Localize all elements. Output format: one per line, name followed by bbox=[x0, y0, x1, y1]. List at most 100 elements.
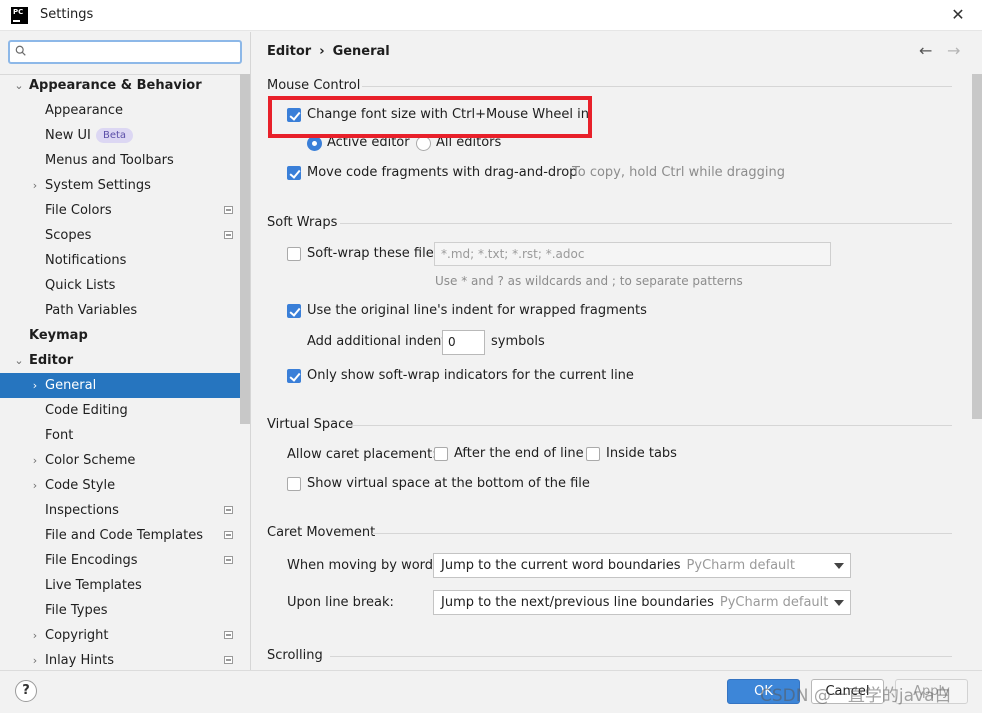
checkbox-unchecked-icon bbox=[434, 447, 448, 461]
beta-badge: Beta bbox=[96, 128, 134, 143]
sidebar-item-label: Code Editing bbox=[45, 403, 128, 418]
close-icon[interactable]: ✕ bbox=[946, 4, 970, 26]
project-settings-icon bbox=[224, 656, 233, 664]
chevron-down-icon bbox=[834, 563, 844, 569]
checkbox-checked-icon bbox=[287, 369, 301, 383]
help-button[interactable]: ? bbox=[15, 680, 37, 702]
sidebar-item-scopes[interactable]: Scopes bbox=[0, 223, 250, 248]
chevron-right-icon[interactable]: › bbox=[29, 173, 41, 198]
sidebar-item-file-and-code-templates[interactable]: File and Code Templates bbox=[0, 523, 250, 548]
sidebar-item-label: Path Variables bbox=[45, 303, 138, 318]
project-settings-icon bbox=[224, 631, 233, 639]
sidebar-item-label: File and Code Templates bbox=[45, 528, 203, 543]
sidebar-item-menus-and-toolbars[interactable]: Menus and Toolbars bbox=[0, 148, 250, 173]
checkbox-unchecked-icon bbox=[586, 447, 600, 461]
sidebar-item-label: Scopes bbox=[45, 228, 92, 243]
sidebar-item-label: Menus and Toolbars bbox=[45, 153, 174, 168]
settings-sidebar: ⌄ Appearance & Behavior Appearance New UI Be… bbox=[0, 32, 251, 670]
project-settings-icon bbox=[224, 506, 233, 514]
chevron-right-icon[interactable]: › bbox=[29, 623, 41, 648]
sidebar-item-file-encodings[interactable]: File Encodings bbox=[0, 548, 250, 573]
chevron-right-icon[interactable]: › bbox=[29, 473, 41, 498]
search-icon bbox=[15, 45, 26, 56]
chevron-right-icon[interactable]: › bbox=[29, 648, 41, 670]
sidebar-item-file-types[interactable]: File Types bbox=[0, 598, 250, 623]
content-scrollbar[interactable] bbox=[972, 74, 982, 419]
section-divider bbox=[330, 656, 952, 657]
chevron-right-icon[interactable]: › bbox=[29, 448, 41, 473]
use-indent-label: Use the original line's indent for wrapp… bbox=[307, 303, 647, 318]
checkbox-checked-icon bbox=[287, 166, 301, 180]
sidebar-item-code-editing[interactable]: Code Editing bbox=[0, 398, 250, 423]
moving-by-words-dropdown[interactable]: Jump to the current word boundaries PyCha… bbox=[433, 553, 851, 578]
sidebar-item-label: System Settings bbox=[45, 178, 151, 193]
sidebar-item-system-settings[interactable]: › System Settings bbox=[0, 173, 250, 198]
indent-unit-label: symbols bbox=[491, 334, 545, 349]
chevron-down-icon[interactable]: ⌄ bbox=[13, 348, 25, 373]
search-input[interactable] bbox=[8, 40, 242, 64]
sidebar-item-file-colors[interactable]: File Colors bbox=[0, 198, 250, 223]
sidebar-item-label: Editor bbox=[29, 353, 74, 368]
section-virtual-space: Virtual Space bbox=[267, 417, 354, 432]
section-divider bbox=[340, 223, 952, 224]
sidebar-item-label: File Encodings bbox=[45, 553, 138, 568]
chevron-right-icon[interactable]: › bbox=[29, 373, 41, 398]
sidebar-item-inlay-hints[interactable]: › Inlay Hints bbox=[0, 648, 250, 670]
additional-indent-input[interactable]: 0 bbox=[442, 330, 485, 355]
sidebar-item-new-ui[interactable]: New UI Beta bbox=[0, 123, 250, 148]
wildcard-hint: Use * and ? as wildcards and ; to separa… bbox=[435, 274, 743, 288]
sidebar-item-copyright[interactable]: › Copyright bbox=[0, 623, 250, 648]
line-break-dropdown[interactable]: Jump to the next/previous line boundarie… bbox=[433, 590, 851, 615]
pycharm-logo-icon: PC bbox=[11, 7, 28, 24]
title-bar: PC Settings ✕ bbox=[0, 0, 982, 31]
sidebar-item-color-scheme[interactable]: › Color Scheme bbox=[0, 448, 250, 473]
project-settings-icon bbox=[224, 206, 233, 214]
checkbox-checked-icon bbox=[287, 304, 301, 318]
sidebar-item-code-style[interactable]: › Code Style bbox=[0, 473, 250, 498]
sidebar-item-notifications[interactable]: Notifications bbox=[0, 248, 250, 273]
sidebar-item-live-templates[interactable]: Live Templates bbox=[0, 573, 250, 598]
section-mouse-control: Mouse Control bbox=[267, 78, 361, 93]
line-break-label: Upon line break: bbox=[287, 595, 394, 610]
radio-selected-icon bbox=[307, 136, 322, 151]
sidebar-item-quick-lists[interactable]: Quick Lists bbox=[0, 273, 250, 298]
project-settings-icon bbox=[224, 531, 233, 539]
sidebar-item-label: Code Style bbox=[45, 478, 116, 493]
sidebar-item-general[interactable]: › General bbox=[0, 373, 250, 398]
sidebar-item-inspections[interactable]: Inspections bbox=[0, 498, 250, 523]
sidebar-item-label: Appearance & Behavior bbox=[29, 78, 202, 93]
dialog-button-bar: ? OK Cancel Apply CSDN @一直学的java白 bbox=[0, 670, 982, 713]
project-settings-icon bbox=[224, 231, 233, 239]
back-arrow-icon[interactable]: ← bbox=[919, 41, 932, 60]
watermark-text: CSDN @一直学的java白 bbox=[760, 686, 952, 706]
sidebar-item-label: Font bbox=[45, 428, 74, 443]
sidebar-item-appearance-behavior[interactable]: ⌄ Appearance & Behavior bbox=[0, 73, 250, 98]
section-soft-wraps: Soft Wraps bbox=[267, 215, 338, 230]
checkbox-unchecked-icon bbox=[287, 247, 301, 261]
sidebar-item-label: General bbox=[45, 378, 97, 393]
sidebar-scrollbar[interactable] bbox=[240, 74, 250, 424]
soft-wrap-patterns-field[interactable]: *.md; *.txt; *.rst; *.adoc bbox=[434, 242, 831, 266]
sidebar-item-keymap[interactable]: Keymap bbox=[0, 323, 250, 348]
moving-by-words-value: Jump to the current word boundaries bbox=[441, 558, 681, 573]
caret-placement-label: Allow caret placement: bbox=[287, 447, 437, 462]
sidebar-item-font[interactable]: Font bbox=[0, 423, 250, 448]
sidebar-item-editor[interactable]: ⌄ Editor bbox=[0, 348, 250, 373]
highlight-annotation bbox=[268, 96, 592, 138]
sidebar-item-path-variables[interactable]: Path Variables bbox=[0, 298, 250, 323]
breadcrumb-parent[interactable]: Editor bbox=[267, 44, 311, 59]
forward-arrow-icon[interactable]: → bbox=[947, 41, 960, 60]
breadcrumb-separator: › bbox=[319, 44, 325, 59]
sidebar-item-label: Color Scheme bbox=[45, 453, 136, 468]
moving-by-words-label: When moving by words: bbox=[287, 558, 445, 573]
only-current-label: Only show soft-wrap indicators for the c… bbox=[307, 368, 634, 383]
section-divider bbox=[350, 425, 952, 426]
sidebar-item-appearance[interactable]: Appearance bbox=[0, 98, 250, 123]
line-break-default: PyCharm default bbox=[719, 595, 829, 610]
chevron-down-icon[interactable]: ⌄ bbox=[13, 73, 25, 98]
additional-indent-label: Add additional indent: bbox=[307, 334, 451, 349]
checkbox-unchecked-icon bbox=[287, 477, 301, 491]
sidebar-item-label: New UI bbox=[45, 128, 91, 143]
soft-wrap-files-label: Soft-wrap these files: bbox=[307, 246, 445, 261]
sidebar-item-label: Copyright bbox=[45, 628, 109, 643]
